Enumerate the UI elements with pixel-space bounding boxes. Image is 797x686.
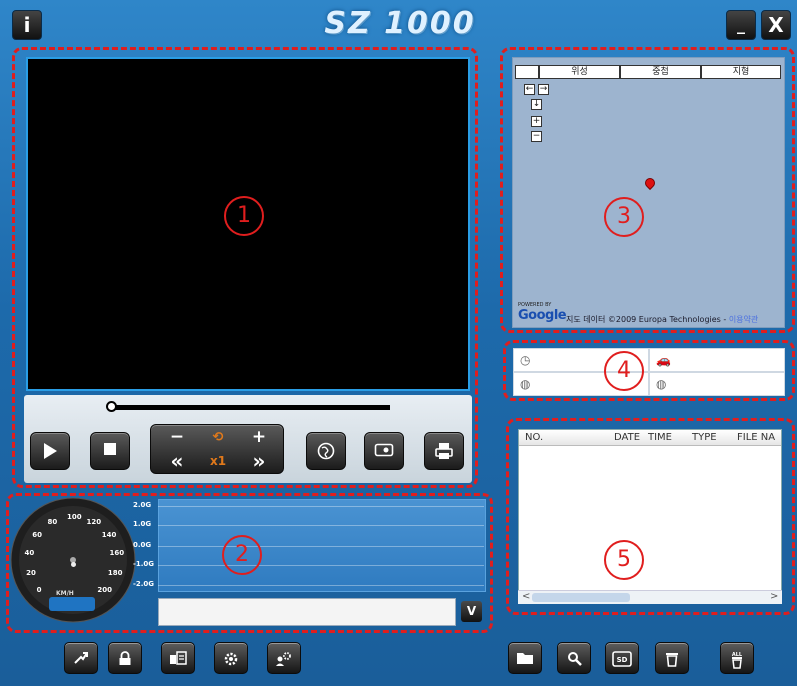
speed-tick-label: 160 bbox=[109, 549, 125, 558]
speed-minus-button[interactable]: − bbox=[155, 425, 199, 450]
open-folder-button[interactable] bbox=[508, 642, 542, 674]
speed-tick-label: 100 bbox=[67, 513, 82, 521]
map-footer: 지도 데이터 ©2009 Europa Technologies - 이용약관 bbox=[566, 314, 758, 325]
info-vehicle-cell: 🚗 bbox=[649, 348, 785, 372]
g-sensor-tick-label: -2.0G bbox=[133, 580, 155, 588]
speed-indicator: x1 bbox=[209, 454, 227, 468]
annotation-marker-1: 1 bbox=[224, 196, 264, 236]
col-no[interactable]: NO. bbox=[525, 431, 543, 445]
print-button[interactable] bbox=[424, 432, 464, 470]
info-coords-cell: ◍ bbox=[649, 372, 785, 396]
annotation-marker-5: 5 bbox=[604, 540, 644, 580]
speed-tick-label: 140 bbox=[101, 530, 117, 539]
card-info-button[interactable] bbox=[161, 642, 195, 674]
app-title: SZ 1000 bbox=[324, 6, 476, 41]
map-tab[interactable]: 위성 bbox=[539, 65, 620, 79]
seek-thumb[interactable] bbox=[106, 401, 117, 412]
user-settings-button[interactable] bbox=[267, 642, 301, 674]
close-button[interactable]: X bbox=[761, 10, 791, 40]
col-time[interactable]: TIME bbox=[648, 431, 672, 445]
scroll-right-arrow[interactable]: > bbox=[770, 591, 778, 602]
g-sensor-tick-label: 1.0G bbox=[133, 520, 152, 528]
speed-tick-label: 200 bbox=[97, 586, 113, 595]
map-control-button[interactable]: ← bbox=[524, 84, 535, 95]
map-view-button[interactable] bbox=[306, 432, 346, 470]
map-tab[interactable]: 중첩 bbox=[620, 65, 701, 79]
map-control-button[interactable]: − bbox=[531, 131, 542, 142]
app-window: i SZ 1000 _ X 1 − ⟲ + « x1 » 0 20 40 60 80 10… bbox=[0, 0, 797, 686]
minimize-button[interactable]: _ bbox=[726, 10, 756, 40]
delete-button[interactable] bbox=[655, 642, 689, 674]
col-filename[interactable]: FILE NA bbox=[737, 431, 775, 445]
sensor-select-field[interactable] bbox=[158, 598, 456, 626]
search-button[interactable] bbox=[557, 642, 591, 674]
info-button[interactable]: i bbox=[12, 10, 42, 40]
speed-tick-label: 80 bbox=[47, 517, 58, 526]
clock-icon: ◷ bbox=[520, 353, 531, 367]
map-tab[interactable]: 지형 bbox=[701, 65, 781, 79]
scroll-thumb[interactable] bbox=[532, 593, 630, 602]
sd-label: SD bbox=[617, 656, 628, 664]
gauge-needle-hub bbox=[71, 562, 76, 567]
g-sensor-gridline bbox=[158, 585, 484, 586]
lock-button[interactable] bbox=[108, 642, 142, 674]
g-sensor-gridline bbox=[158, 546, 484, 547]
sd-card-button[interactable]: SD bbox=[605, 642, 639, 674]
export-button[interactable] bbox=[64, 642, 98, 674]
play-button[interactable] bbox=[30, 432, 70, 470]
map-attribution: 지도 데이터 ©2009 Europa Technologies - bbox=[566, 315, 729, 324]
g-sensor-gridline bbox=[158, 525, 484, 526]
annotation-marker-3: 3 bbox=[604, 197, 644, 237]
g-sensor-tick-label: 0.0G bbox=[133, 541, 152, 549]
speed-tick-label: 0 bbox=[36, 586, 42, 595]
annotation-marker-4: 4 bbox=[604, 351, 644, 391]
file-list[interactable] bbox=[518, 429, 782, 604]
g-sensor-gridline bbox=[158, 506, 484, 507]
speed-tick-label: 120 bbox=[86, 517, 102, 526]
map-control-button[interactable]: → bbox=[538, 84, 549, 95]
speed-control-group: − ⟲ + « x1 » bbox=[150, 424, 284, 474]
scroll-left-arrow[interactable]: < bbox=[522, 591, 530, 602]
map-terms-link[interactable]: 이용약관 bbox=[729, 315, 758, 324]
col-type[interactable]: TYPE bbox=[692, 431, 717, 445]
snapshot-button[interactable] bbox=[364, 432, 404, 470]
fast-forward-button[interactable]: » bbox=[237, 449, 281, 474]
map-control-button[interactable]: + bbox=[531, 116, 542, 127]
seek-bar[interactable] bbox=[111, 405, 390, 410]
annotation-marker-2: 2 bbox=[222, 535, 262, 575]
col-date[interactable]: DATE bbox=[614, 431, 640, 445]
map-view[interactable] bbox=[512, 57, 785, 328]
globe-icon: ◍ bbox=[520, 377, 531, 391]
car-icon: 🚗 bbox=[656, 353, 671, 367]
speed-tick-label: 20 bbox=[26, 569, 36, 578]
g-sensor-gridline bbox=[158, 565, 484, 566]
speed-tick-label: 180 bbox=[107, 569, 123, 578]
speed-tick-label: 40 bbox=[24, 549, 35, 558]
speed-unit-label: KM/H bbox=[56, 590, 74, 597]
speed-tick-label: 60 bbox=[32, 530, 42, 539]
delete-all-button[interactable]: ALL bbox=[720, 642, 754, 674]
speed-plus-button[interactable]: + bbox=[237, 425, 281, 450]
stop-button[interactable] bbox=[90, 432, 130, 470]
settings-button[interactable] bbox=[214, 642, 248, 674]
map-tab[interactable] bbox=[515, 65, 539, 79]
google-logo: Google bbox=[518, 308, 567, 323]
map-control-button[interactable]: ↓ bbox=[531, 99, 542, 110]
rewind-button[interactable]: « bbox=[155, 449, 199, 474]
g-sensor-tick-label: 2.0G bbox=[133, 501, 152, 509]
g-sensor-tick-label: -1.0G bbox=[133, 560, 155, 568]
globe-icon: ◍ bbox=[656, 377, 667, 391]
speed-reset-icon[interactable]: ⟲ bbox=[196, 425, 240, 450]
sensor-dropdown-button[interactable]: V bbox=[461, 601, 482, 622]
